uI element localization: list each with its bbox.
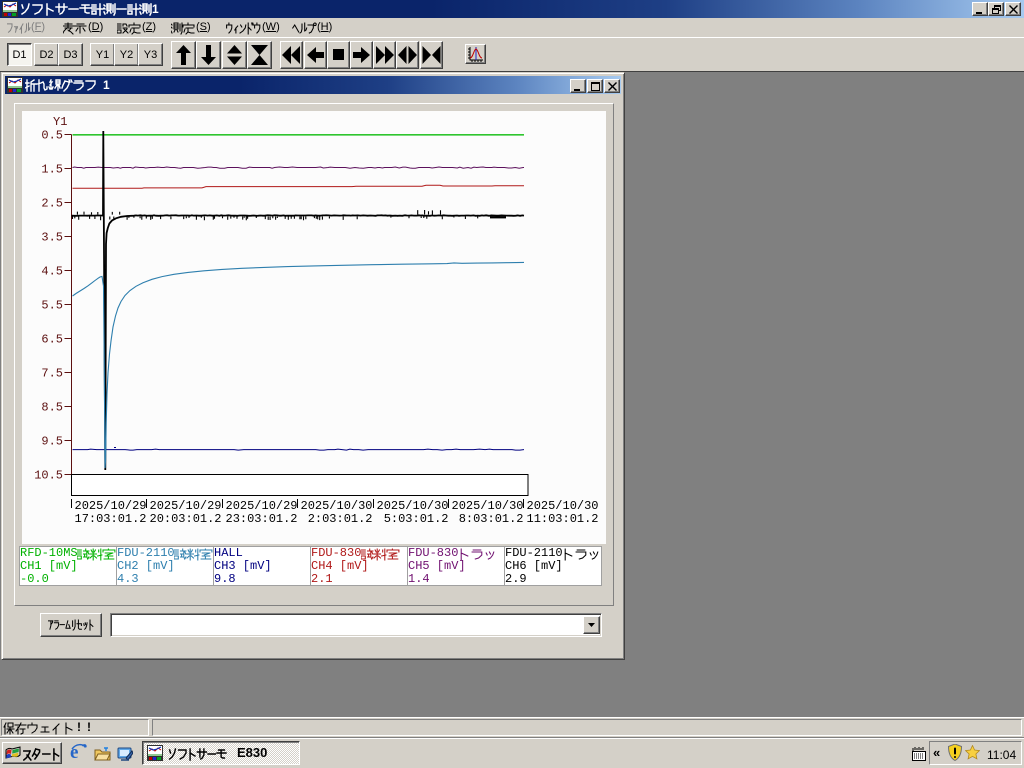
svg-text:1.5: 1.5 xyxy=(41,163,63,177)
svg-text:2025/10/30: 2025/10/30 xyxy=(301,499,373,513)
svg-text:6.5: 6.5 xyxy=(41,333,63,347)
svg-text:8.5: 8.5 xyxy=(41,401,63,415)
svg-text:Y1: Y1 xyxy=(53,115,67,129)
svg-text:4.5: 4.5 xyxy=(41,265,63,279)
svg-text:23:03:01.2: 23:03:01.2 xyxy=(226,512,298,526)
svg-text:8:03:01.2: 8:03:01.2 xyxy=(452,512,524,526)
svg-text:2025/10/30: 2025/10/30 xyxy=(527,499,599,513)
svg-text:2025/10/29: 2025/10/29 xyxy=(226,499,298,513)
svg-text:17:03:01.2: 17:03:01.2 xyxy=(75,512,147,526)
svg-text:9.5: 9.5 xyxy=(41,435,63,449)
svg-text:20:03:01.2: 20:03:01.2 xyxy=(150,512,222,526)
svg-text:2025/10/29: 2025/10/29 xyxy=(150,499,222,513)
svg-text:11:03:01.2: 11:03:01.2 xyxy=(527,512,599,526)
svg-text:2025/10/30: 2025/10/30 xyxy=(452,499,524,513)
svg-text:5:03:01.2: 5:03:01.2 xyxy=(377,512,449,526)
svg-text:0.5: 0.5 xyxy=(41,129,63,143)
svg-text:3.5: 3.5 xyxy=(41,231,63,245)
svg-text:2025/10/29: 2025/10/29 xyxy=(75,499,147,513)
svg-text:2025/10/30: 2025/10/30 xyxy=(377,499,449,513)
svg-text:7.5: 7.5 xyxy=(41,367,63,381)
svg-text:5.5: 5.5 xyxy=(41,299,63,313)
svg-text:2:03:01.2: 2:03:01.2 xyxy=(301,512,373,526)
svg-text:2.5: 2.5 xyxy=(41,197,63,211)
svg-text:10.5: 10.5 xyxy=(34,469,63,483)
